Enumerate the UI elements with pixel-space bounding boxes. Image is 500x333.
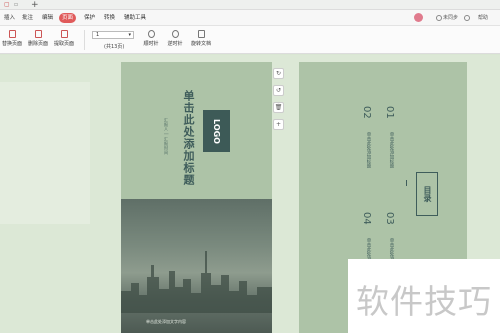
rotate-counterclockwise-button[interactable]: 逆时针 bbox=[166, 30, 184, 50]
photo-caption: 单击此处添加文字内容 bbox=[146, 319, 186, 324]
toc-num-03: 03 bbox=[384, 212, 395, 225]
sync-label: 未同步 bbox=[443, 15, 459, 21]
settings-button[interactable] bbox=[464, 13, 471, 23]
toc-num-02: 02 bbox=[361, 106, 372, 119]
city-photo bbox=[121, 199, 272, 333]
toc-text-01: 单击此处添加标题 bbox=[389, 132, 394, 168]
toc-divider bbox=[406, 180, 407, 186]
sync-icon bbox=[436, 14, 442, 21]
watermark: 软件技巧 bbox=[348, 259, 500, 333]
page-select-value: 1 bbox=[96, 32, 100, 38]
extract-page-button[interactable]: 提取页面 bbox=[54, 30, 74, 50]
toc-num-01: 01 bbox=[384, 106, 395, 119]
cover-title: 单击此处添加标题 bbox=[182, 90, 195, 186]
menu-convert[interactable]: 转换 bbox=[101, 13, 118, 23]
rotate-right-icon[interactable]: ↻ bbox=[273, 68, 284, 79]
toc-num-04: 04 bbox=[361, 212, 372, 225]
add-page-icon[interactable]: + bbox=[273, 119, 284, 130]
delete-page-button[interactable]: 删除页面 bbox=[28, 30, 48, 50]
page-select[interactable]: 1 ▾ bbox=[92, 31, 134, 39]
ribbon-toolbar: 替换页面 删除页面 提取页面 1 ▾ (共13页) 顺时针 逆时针 旋转文档 bbox=[0, 26, 500, 54]
toc-heading: 目录 bbox=[416, 172, 438, 216]
rotate-left-icon[interactable]: ↺ bbox=[273, 85, 284, 96]
replace-page-icon bbox=[8, 30, 16, 38]
app-icon: ▢ bbox=[4, 1, 10, 8]
logo: LOGO bbox=[203, 110, 230, 152]
menu-page[interactable]: 页面 bbox=[59, 13, 77, 23]
rotate-ccw-label: 逆时针 bbox=[167, 41, 183, 47]
chevron-down-icon: ▾ bbox=[128, 32, 131, 38]
extract-page-icon bbox=[60, 30, 68, 38]
cover-subtitle: 汇报人 | 汇报时间 bbox=[164, 118, 169, 155]
rotate-clockwise-button[interactable]: 顺时针 bbox=[142, 30, 160, 50]
watermark-text: 软件技巧 bbox=[356, 282, 492, 321]
delete-page-label: 删除页面 bbox=[28, 41, 49, 47]
toc-text-02: 单击此处添加标题 bbox=[366, 132, 371, 168]
menu-protect[interactable]: 保护 bbox=[81, 13, 98, 23]
help-button[interactable]: 帮助 bbox=[478, 13, 488, 23]
rotate-doc-label: 旋转文档 bbox=[190, 41, 211, 47]
rotate-cw-label: 顺时针 bbox=[143, 41, 159, 47]
previous-page bbox=[0, 82, 90, 224]
replace-page-label: 替换页面 bbox=[2, 41, 23, 47]
new-tab-button[interactable]: + bbox=[31, 0, 39, 10]
sync-status[interactable]: 未同步 bbox=[436, 13, 458, 23]
rotate-ccw-icon bbox=[171, 30, 179, 38]
menu-edit[interactable]: 编辑 bbox=[39, 13, 56, 23]
menu-bar: 插入 批注 编辑 页面 保护 转换 辅助工具 未同步 帮助 bbox=[0, 10, 500, 26]
gear-icon bbox=[464, 14, 470, 21]
replace-page-button[interactable]: 替换页面 bbox=[2, 30, 22, 50]
page-total: (共13页) bbox=[104, 44, 125, 50]
menu-comment[interactable]: 批注 bbox=[19, 13, 36, 23]
menu-insert[interactable]: 插入 bbox=[1, 13, 18, 23]
page-tools: ↻ ↺ 🗑 + bbox=[273, 68, 285, 136]
title-bar: ▢ ▫ + bbox=[0, 0, 500, 10]
delete-page-icon bbox=[34, 30, 42, 38]
rotate-cw-icon bbox=[147, 30, 155, 38]
rotate-document-button[interactable]: 旋转文档 bbox=[190, 30, 212, 50]
extract-page-label: 提取页面 bbox=[54, 41, 75, 47]
skyline-image bbox=[121, 251, 272, 313]
help-label: 帮助 bbox=[478, 15, 489, 21]
window-icon[interactable]: ▫ bbox=[14, 1, 18, 9]
ribbon-divider bbox=[84, 30, 85, 50]
rotate-doc-icon bbox=[197, 30, 205, 38]
avatar[interactable] bbox=[414, 13, 423, 22]
menu-tools[interactable]: 辅助工具 bbox=[121, 13, 149, 23]
trash-icon[interactable]: 🗑 bbox=[273, 102, 284, 113]
